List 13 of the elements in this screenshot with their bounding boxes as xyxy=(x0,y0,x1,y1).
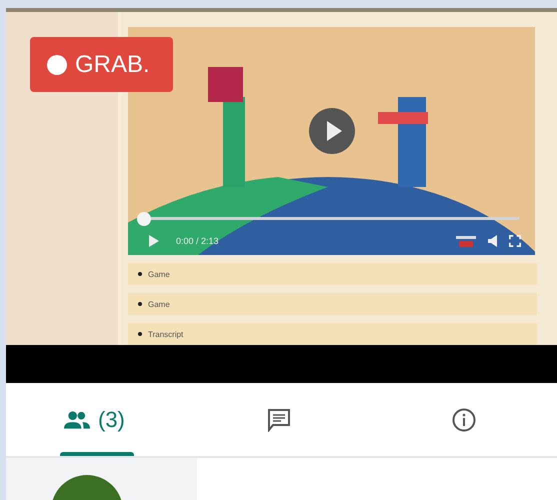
video-time: 0:00 / 2:13 xyxy=(176,236,219,246)
captions-icon[interactable] xyxy=(455,234,477,248)
collapsible-section[interactable]: Game xyxy=(128,263,537,285)
recording-toast[interactable]: GRAB. xyxy=(30,37,173,92)
collapsible-section[interactable]: Game xyxy=(128,293,537,315)
volume-icon[interactable] xyxy=(487,234,499,248)
play-icon[interactable] xyxy=(309,108,355,154)
collapsible-section[interactable]: Transcript xyxy=(128,323,537,345)
info-icon xyxy=(452,408,476,432)
chat-icon xyxy=(266,408,291,432)
people-icon xyxy=(64,410,90,430)
fullscreen-icon[interactable] xyxy=(509,234,521,248)
progress-track[interactable] xyxy=(137,212,519,226)
